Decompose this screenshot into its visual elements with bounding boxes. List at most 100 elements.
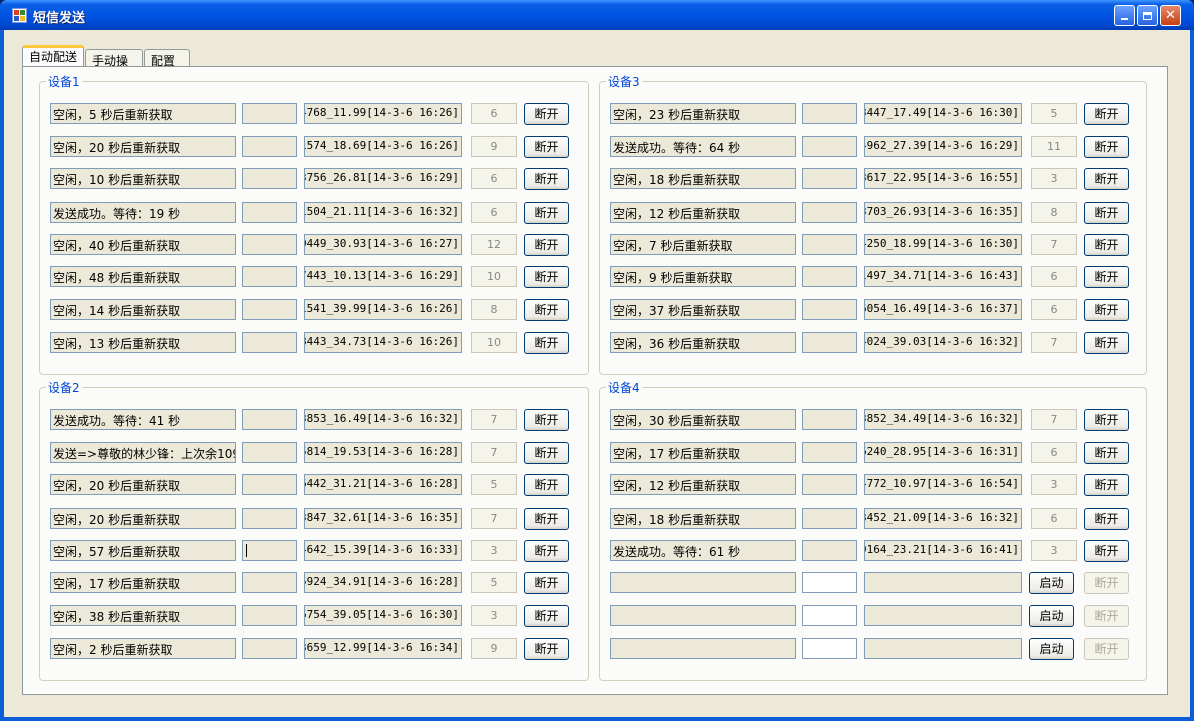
status-field[interactable]: 空闲，37 秒后重新获取 xyxy=(610,299,796,320)
message-info-field[interactable] xyxy=(864,605,1022,626)
message-info-field[interactable]: !74024_39.03[14-3-6 16:32] xyxy=(864,332,1022,353)
device-input[interactable] xyxy=(242,299,297,320)
disconnect-button[interactable]: 断开 xyxy=(524,168,569,190)
status-field[interactable]: 空闲，17 秒后重新获取 xyxy=(50,572,236,593)
status-field[interactable]: 空闲，23 秒后重新获取 xyxy=(610,103,796,124)
disconnect-button[interactable]: 断开 xyxy=(524,202,569,224)
device-input[interactable] xyxy=(242,168,297,189)
device-input[interactable] xyxy=(242,409,297,430)
disconnect-button[interactable]: 断开 xyxy=(1084,332,1129,354)
device-input[interactable] xyxy=(242,332,297,353)
status-field[interactable]: 空闲，18 秒后重新获取 xyxy=(610,168,796,189)
status-field[interactable]: 发送成功。等待：64 秒 xyxy=(610,136,796,157)
disconnect-button[interactable]: 断开 xyxy=(1084,202,1129,224)
device-input[interactable] xyxy=(242,103,297,124)
message-info-field[interactable]: 35924_34.91[14-3-6 16:28] xyxy=(304,572,462,593)
message-info-field[interactable]: !43703_26.93[14-3-6 16:35] xyxy=(864,202,1022,223)
device-input[interactable] xyxy=(242,266,297,287)
status-field[interactable]: 空闲，48 秒后重新获取 xyxy=(50,266,236,287)
message-info-field[interactable]: :84642_15.39[14-3-6 16:33] xyxy=(304,540,462,561)
disconnect-button[interactable]: 断开 xyxy=(524,234,569,256)
tab-auto-send[interactable]: 自动配送 xyxy=(22,45,84,66)
message-info-field[interactable]: '83447_17.49[14-3-6 16:30] xyxy=(864,103,1022,124)
device-input[interactable] xyxy=(242,638,297,659)
status-field[interactable]: 发送成功。等待：41 秒 xyxy=(50,409,236,430)
status-field[interactable]: 发送=>尊敬的林少锋：上次余109. xyxy=(50,442,236,463)
message-info-field[interactable]: 30449_30.93[14-3-6 16:27] xyxy=(304,234,462,255)
disconnect-button[interactable]: 断开 xyxy=(1084,136,1129,158)
disconnect-button[interactable]: 断开 xyxy=(524,474,569,496)
disconnect-button[interactable]: 断开 xyxy=(1084,508,1129,530)
start-button[interactable]: 启动 xyxy=(1029,638,1074,660)
message-info-field[interactable]: :84962_27.39[14-3-6 16:29] xyxy=(864,136,1022,157)
status-field[interactable]: 空闲，9 秒后重新获取 xyxy=(610,266,796,287)
status-field[interactable]: 空闲，40 秒后重新获取 xyxy=(50,234,236,255)
disconnect-button[interactable]: 断开 xyxy=(1084,605,1129,627)
device-input[interactable] xyxy=(242,442,297,463)
message-info-field[interactable]: '95814_19.53[14-3-6 16:28] xyxy=(304,442,462,463)
disconnect-button[interactable]: 断开 xyxy=(524,266,569,288)
device-input[interactable] xyxy=(242,605,297,626)
device-input[interactable] xyxy=(802,605,857,626)
message-info-field[interactable]: !44772_10.97[14-3-6 16:54] xyxy=(864,474,1022,495)
status-field[interactable]: 空闲，10 秒后重新获取 xyxy=(50,168,236,189)
disconnect-button[interactable]: 断开 xyxy=(524,540,569,562)
disconnect-button[interactable]: 断开 xyxy=(524,409,569,431)
message-info-field[interactable]: !43853_16.49[14-3-6 16:32] xyxy=(304,409,462,430)
status-field[interactable]: 空闲，18 秒后重新获取 xyxy=(610,508,796,529)
device-input[interactable] xyxy=(242,234,297,255)
device-input[interactable] xyxy=(802,234,857,255)
message-info-field[interactable]: !69164_23.21[14-3-6 16:41] xyxy=(864,540,1022,561)
message-info-field[interactable]: 31504_21.11[14-3-6 16:32] xyxy=(304,202,462,223)
disconnect-button[interactable]: 断开 xyxy=(1084,103,1129,125)
device-input[interactable] xyxy=(242,136,297,157)
disconnect-button[interactable]: 断开 xyxy=(524,638,569,660)
device-input[interactable] xyxy=(802,168,857,189)
disconnect-button[interactable]: 断开 xyxy=(524,442,569,464)
message-info-field[interactable]: '96442_31.21[14-3-6 16:28] xyxy=(304,474,462,495)
message-info-field[interactable]: !43617_22.95[14-3-6 16:55] xyxy=(864,168,1022,189)
device-input[interactable] xyxy=(802,332,857,353)
disconnect-button[interactable]: 断开 xyxy=(1084,442,1129,464)
status-field[interactable]: 空闲，13 秒后重新获取 xyxy=(50,332,236,353)
status-field[interactable]: 空闲，38 秒后重新获取 xyxy=(50,605,236,626)
device-input[interactable] xyxy=(802,442,857,463)
device-input[interactable] xyxy=(802,299,857,320)
start-button[interactable]: 启动 xyxy=(1029,605,1074,627)
message-info-field[interactable]: !43852_34.49[14-3-6 16:32] xyxy=(864,409,1022,430)
device-input[interactable] xyxy=(802,409,857,430)
start-button[interactable]: 启动 xyxy=(1029,572,1074,594)
disconnect-button[interactable]: 断开 xyxy=(1084,638,1129,660)
minimize-button[interactable] xyxy=(1114,5,1135,26)
disconnect-button[interactable]: 断开 xyxy=(1084,299,1129,321)
device-input[interactable] xyxy=(802,638,857,659)
message-info-field[interactable]: '96054_16.49[14-3-6 16:37] xyxy=(864,299,1022,320)
device-input[interactable] xyxy=(802,508,857,529)
message-info-field[interactable]: !73847_32.61[14-3-6 16:35] xyxy=(304,508,462,529)
message-info-field[interactable] xyxy=(864,572,1022,593)
status-field[interactable] xyxy=(610,638,796,659)
close-button[interactable]: ✕ xyxy=(1160,5,1181,26)
device-input[interactable] xyxy=(802,266,857,287)
status-field[interactable] xyxy=(610,605,796,626)
disconnect-button[interactable]: 断开 xyxy=(524,136,569,158)
disconnect-button[interactable]: 断开 xyxy=(524,332,569,354)
status-field[interactable]: 空闲，5 秒后重新获取 xyxy=(50,103,236,124)
message-info-field[interactable]: .63452_21.09[14-3-6 16:32] xyxy=(864,508,1022,529)
disconnect-button[interactable]: 断开 xyxy=(524,103,569,125)
device-input[interactable] xyxy=(242,572,297,593)
device-input[interactable] xyxy=(242,202,297,223)
device-input[interactable] xyxy=(802,202,857,223)
device-input[interactable] xyxy=(802,540,857,561)
status-field[interactable]: 发送成功。等待：19 秒 xyxy=(50,202,236,223)
status-field[interactable]: 空闲，20 秒后重新获取 xyxy=(50,474,236,495)
device-input[interactable] xyxy=(242,508,297,529)
disconnect-button[interactable]: 断开 xyxy=(1084,168,1129,190)
device-input[interactable] xyxy=(242,474,297,495)
status-field[interactable]: 空闲，30 秒后重新获取 xyxy=(610,409,796,430)
message-info-field[interactable] xyxy=(864,638,1022,659)
device-input[interactable] xyxy=(802,136,857,157)
title-bar[interactable]: 短信发送 ✕ xyxy=(0,0,1194,30)
status-field[interactable]: 空闲，12 秒后重新获取 xyxy=(610,474,796,495)
message-info-field[interactable]: !71541_39.99[14-3-6 16:26] xyxy=(304,299,462,320)
